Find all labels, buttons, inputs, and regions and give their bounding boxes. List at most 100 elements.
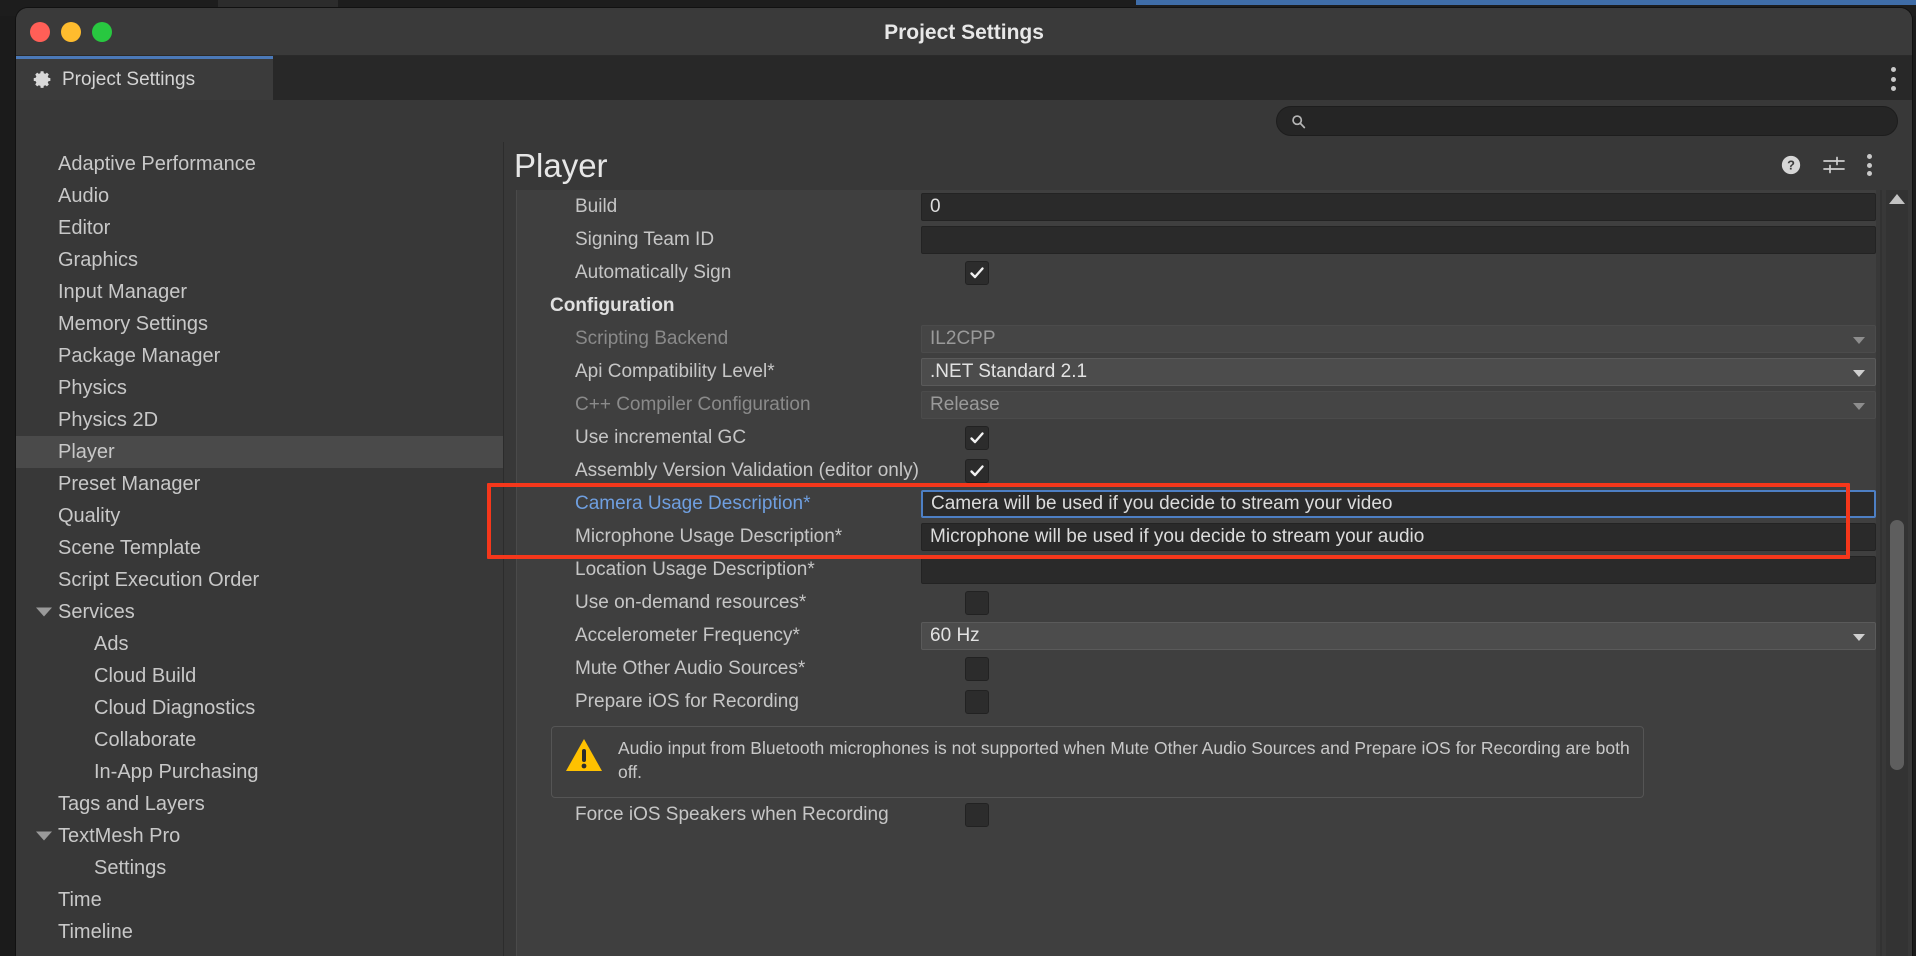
sidebar-item-input-manager[interactable]: Input Manager [16,276,503,308]
sidebar-item-cloud-diagnostics[interactable]: Cloud Diagnostics [16,692,503,724]
sidebar-item-services[interactable]: Services [16,596,503,628]
sidebar-item-physics-2d[interactable]: Physics 2D [16,404,503,436]
sidebar-item-graphics[interactable]: Graphics [16,244,503,276]
kebab-menu-icon[interactable] [1866,154,1872,176]
help-icon[interactable]: ? [1780,154,1802,176]
sidebar-item-in-app-purchasing[interactable]: In-App Purchasing [16,756,503,788]
property-row: Signing Team ID [517,223,1876,256]
sidebar-item-scene-template[interactable]: Scene Template [16,532,503,564]
checkbox[interactable] [965,459,989,483]
sidebar-item-physics[interactable]: Physics [16,372,503,404]
dropdown-value: .NET Standard 2.1 [930,361,1087,383]
property-list: Build0Signing Team IDAutomatically SignC… [516,190,1876,956]
sidebar-item-adaptive-performance[interactable]: Adaptive Performance [16,148,503,180]
sidebar-item-label: Cloud Build [94,665,196,688]
svg-text:?: ? [1787,158,1795,173]
property-label: Signing Team ID [517,229,921,251]
sidebar-item-preset-manager[interactable]: Preset Manager [16,468,503,500]
sidebar-item-editor[interactable]: Editor [16,212,503,244]
kebab-dot [1891,86,1896,91]
sidebar-item-collaborate[interactable]: Collaborate [16,724,503,756]
chevron-down-icon [1853,634,1865,641]
sidebar-item-label: Input Manager [58,281,187,304]
warning-triangle-icon [564,737,604,773]
dropdown-select[interactable]: 60 Hz [921,622,1876,650]
sidebar-item-label: TextMesh Pro [58,825,180,848]
text-field[interactable]: Camera will be used if you decide to str… [921,490,1876,518]
property-label: C++ Compiler Configuration [517,394,921,416]
text-field[interactable] [921,226,1876,254]
tab-project-settings[interactable]: Project Settings [16,56,273,100]
scrollbar-thumb[interactable] [1890,520,1904,770]
search-input[interactable] [1314,113,1874,130]
sidebar-item-quality[interactable]: Quality [16,500,503,532]
property-label: Build [517,196,921,218]
property-label: Mute Other Audio Sources* [517,658,965,680]
sidebar-item-label: Cloud Diagnostics [94,697,255,720]
property-row: Microphone Usage Description*Microphone … [517,520,1876,553]
kebab-dot [1867,171,1872,176]
panel-header: Player ? [504,142,1912,190]
checkbox[interactable] [965,690,989,714]
chevron-down-icon [1853,337,1865,344]
sidebar-item-settings[interactable]: Settings [16,852,503,884]
checkbox[interactable] [965,657,989,681]
property-label: Microphone Usage Description* [517,526,921,548]
preset-icon[interactable] [1822,155,1846,175]
property-row: Automatically Sign [517,256,1876,289]
property-row: Camera Usage Description*Camera will be … [517,487,1876,520]
tab-label: Project Settings [62,69,195,91]
sidebar-item-timeline[interactable]: Timeline [16,916,503,948]
property-row: Prepare iOS for Recording [517,685,1876,718]
screen-root: Project Settings Project Settings [0,0,1916,956]
checkbox[interactable] [965,261,989,285]
chevron-down-icon[interactable] [36,608,52,617]
dropdown-value: Release [930,394,1000,416]
sidebar-item-label: Audio [58,185,109,208]
sidebar-item-ads[interactable]: Ads [16,628,503,660]
sidebar-item-player[interactable]: Player [16,436,503,468]
sidebar-item-label: Collaborate [94,729,196,752]
sidebar-item-label: Ads [94,633,128,656]
sidebar-item-label: In-App Purchasing [94,761,259,784]
property-label: Use incremental GC [517,427,965,449]
warning-message-text: Audio input from Bluetooth microphones i… [618,737,1631,784]
sidebar-item-label: Timeline [58,921,133,944]
background-highlight-bar [1136,0,1916,5]
project-settings-window: Project Settings Project Settings [16,8,1912,956]
sidebar-item-label: Services [58,601,135,624]
sidebar-item-time[interactable]: Time [16,884,503,916]
checkbox[interactable] [965,426,989,450]
panel-header-icons[interactable]: ? [1780,154,1872,176]
text-field[interactable]: 0 [921,193,1876,221]
sidebar-item-label: Physics 2D [58,409,158,432]
sidebar-item-script-execution-order[interactable]: Script Execution Order [16,564,503,596]
kebab-dot [1867,163,1872,168]
search-box[interactable] [1276,106,1898,136]
sidebar-item-tags-and-layers[interactable]: Tags and Layers [16,788,503,820]
chevron-down-icon[interactable] [36,832,52,841]
sidebar-item-label: Time [58,889,102,912]
settings-sidebar[interactable]: Adaptive Performance Audio EditorGraphics I… [16,142,504,956]
check-icon [969,430,985,446]
property-label: Accelerometer Frequency* [517,625,921,647]
sidebar-item-label: Adaptive Performance [58,153,256,176]
text-field[interactable] [921,556,1876,584]
scroll-up-arrow-icon[interactable] [1889,194,1905,204]
sidebar-item-textmesh-pro[interactable]: TextMesh Pro [16,820,503,852]
sidebar-item-audio[interactable]: Audio [16,180,503,212]
sidebar-item-package-manager[interactable]: Package Manager [16,340,503,372]
property-row: Location Usage Description* [517,553,1876,586]
checkbox[interactable] [965,803,989,827]
dropdown-select[interactable]: .NET Standard 2.1 [921,358,1876,386]
property-row: Configuration [517,289,1876,322]
kebab-menu-icon[interactable] [1890,67,1896,91]
property-label: Location Usage Description* [517,559,921,581]
checkbox[interactable] [965,591,989,615]
sidebar-item-memory-settings[interactable]: Memory Settings [16,308,503,340]
text-field[interactable]: Microphone will be used if you decide to… [921,523,1876,551]
search-icon [1291,114,1306,129]
sidebar-item-cloud-build[interactable]: Cloud Build [16,660,503,692]
kebab-dot [1867,154,1872,159]
vertical-scrollbar[interactable] [1886,190,1908,956]
